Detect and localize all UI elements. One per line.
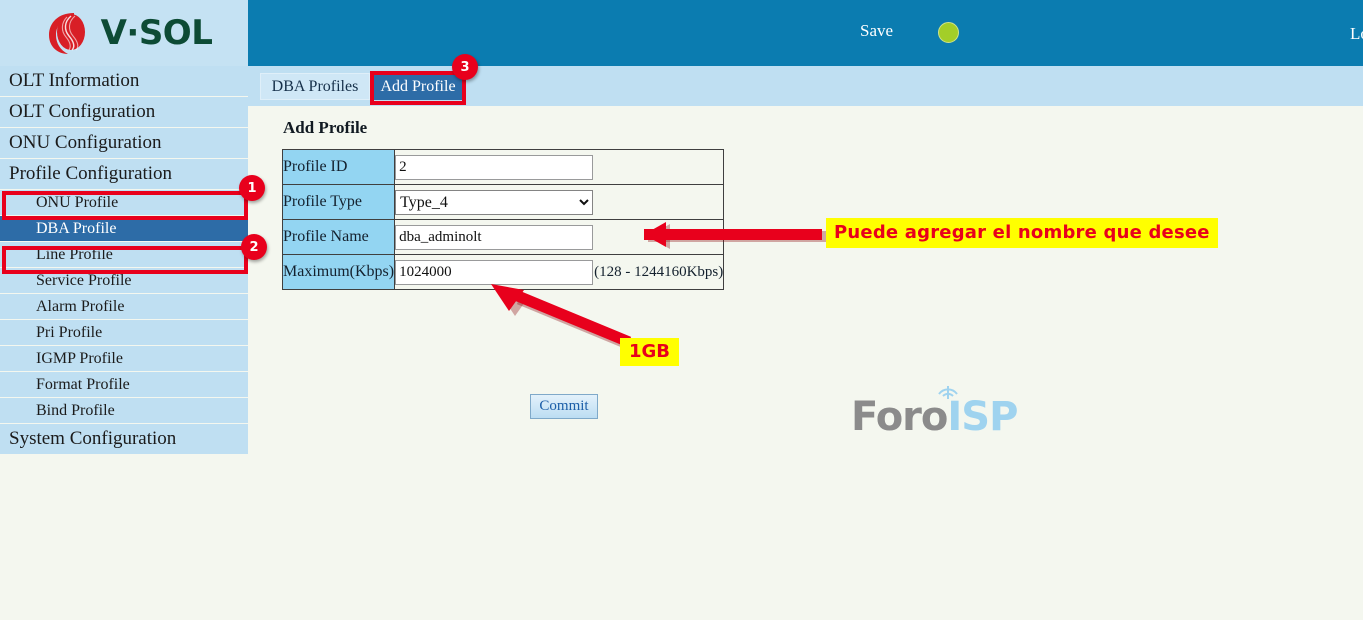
- commit-button[interactable]: Commit: [530, 394, 598, 419]
- sidebar-item-dba-profile[interactable]: DBA Profile: [0, 216, 248, 242]
- olt-web-admin-page: V·SOL Save Log Status ONU list Logout OL…: [0, 0, 1363, 620]
- sidebar-nav: OLT Information OLT Configuration ONU Co…: [0, 66, 248, 620]
- foroisp-watermark: ForoISP: [851, 386, 1018, 440]
- sidebar-item-label: ONU Profile: [36, 193, 119, 211]
- label-profile-type: Profile Type: [281, 184, 396, 220]
- sidebar-item-system-configuration[interactable]: System Configuration: [0, 424, 248, 455]
- tab-dba-profiles[interactable]: DBA Profiles: [260, 73, 370, 100]
- nav-log-link[interactable]: Log: [1350, 24, 1363, 44]
- sidebar-item-onu-profile[interactable]: ONU Profile: [0, 190, 248, 216]
- sidebar-item-label: Format Profile: [36, 375, 130, 393]
- sidebar-item-label: IGMP Profile: [36, 349, 123, 367]
- table-row: Profile Name: [281, 219, 725, 255]
- tab-strip: DBA Profiles Add Profile: [248, 66, 1363, 106]
- sidebar-item-label: Alarm Profile: [36, 297, 125, 315]
- sidebar-item-label: DBA Profile: [36, 219, 117, 237]
- logo-area: V·SOL: [0, 0, 248, 66]
- sidebar-item-profile-configuration[interactable]: Profile Configuration: [0, 159, 248, 190]
- sidebar-item-label: OLT Information: [9, 70, 140, 91]
- table-row: Profile ID: [281, 149, 725, 185]
- sidebar-item-service-profile[interactable]: Service Profile: [0, 268, 248, 294]
- cell-profile-type: Type_4: [394, 184, 725, 220]
- maximum-kbps-input[interactable]: [395, 259, 594, 285]
- cell-profile-id: [394, 149, 725, 185]
- sidebar-item-label: Service Profile: [36, 271, 132, 289]
- cell-profile-name: [394, 219, 725, 255]
- maximum-range-hint: (128 - 1244160Kbps): [594, 263, 724, 280]
- step-badge-1: 1: [239, 175, 265, 201]
- vsol-swirl-logo-icon: [48, 13, 85, 54]
- main-content: Add Profile Profile ID Profile Type Type…: [248, 106, 1363, 620]
- profile-id-input[interactable]: [395, 154, 594, 180]
- label-profile-id: Profile ID: [281, 149, 396, 185]
- sidebar-item-line-profile[interactable]: Line Profile: [0, 242, 248, 268]
- sidebar-item-onu-configuration[interactable]: ONU Configuration: [0, 128, 248, 159]
- sidebar-item-bind-profile[interactable]: Bind Profile: [0, 398, 248, 424]
- sidebar-item-label: Bind Profile: [36, 401, 115, 419]
- table-row: Maximum(Kbps) (128 - 1244160Kbps): [281, 254, 725, 290]
- table-row: Profile Type Type_4: [281, 184, 725, 220]
- annotation-note-profile-name: Puede agregar el nombre que desee: [826, 218, 1218, 248]
- sidebar-item-label: OLT Configuration: [9, 101, 156, 122]
- tab-add-profile[interactable]: Add Profile: [370, 73, 466, 100]
- status-led-icon: [938, 22, 959, 43]
- sidebar-item-label: Profile Configuration: [9, 163, 173, 184]
- sidebar-item-alarm-profile[interactable]: Alarm Profile: [0, 294, 248, 320]
- antenna-icon: [938, 386, 958, 399]
- sidebar-item-label: ONU Configuration: [9, 132, 162, 153]
- step-badge-2: 2: [241, 234, 267, 260]
- sidebar-item-igmp-profile[interactable]: IGMP Profile: [0, 346, 248, 372]
- sidebar-item-label: System Configuration: [9, 428, 177, 449]
- label-profile-name: Profile Name: [281, 219, 396, 255]
- page-title: Add Profile: [283, 118, 368, 137]
- add-profile-form-table: Profile ID Profile Type Type_4 Profile N…: [281, 149, 725, 290]
- watermark-foro-text: Foro: [851, 394, 948, 440]
- sidebar-item-format-profile[interactable]: Format Profile: [0, 372, 248, 398]
- sidebar-item-olt-information[interactable]: OLT Information: [0, 66, 248, 97]
- sidebar-item-pri-profile[interactable]: Pri Profile: [0, 320, 248, 346]
- save-button[interactable]: Save: [860, 21, 893, 41]
- logo-text: V·SOL: [100, 13, 213, 53]
- cell-maximum-kbps: (128 - 1244160Kbps): [394, 254, 725, 290]
- sidebar-item-olt-configuration[interactable]: OLT Configuration: [0, 97, 248, 128]
- profile-name-input[interactable]: [395, 224, 594, 250]
- profile-type-select[interactable]: Type_4: [395, 189, 594, 215]
- step-badge-3: 3: [452, 54, 478, 80]
- watermark-isp-text: ISP: [947, 394, 1018, 440]
- label-maximum-kbps: Maximum(Kbps): [281, 254, 396, 290]
- top-bar: Save Log Status ONU list Logout: [248, 0, 1363, 66]
- sidebar-item-label: Pri Profile: [36, 323, 103, 341]
- sidebar-item-label: Line Profile: [36, 245, 113, 263]
- annotation-note-1gb: 1GB: [620, 338, 680, 366]
